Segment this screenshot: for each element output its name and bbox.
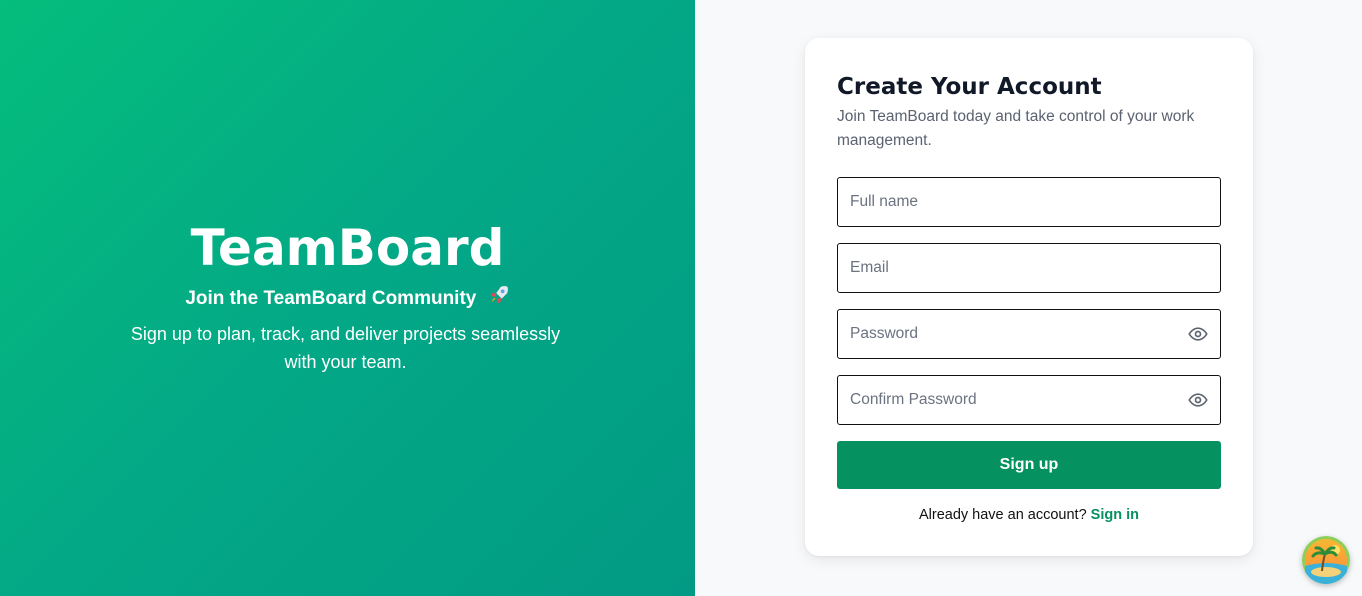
confirm-password-input[interactable] <box>838 376 1220 424</box>
hero-subtitle-text: Join the TeamBoard Community <box>185 288 477 309</box>
brand-title: TeamBoard <box>190 219 505 277</box>
sign-in-link[interactable]: Sign in <box>1091 507 1139 523</box>
full-name-field <box>837 177 1221 227</box>
card-title: Create Your Account <box>837 74 1102 100</box>
hero-panel: TeamBoard Join the TeamBoard Community S… <box>0 0 695 596</box>
beach-avatar-icon[interactable] <box>1302 536 1350 584</box>
confirm-password-field <box>837 375 1221 425</box>
signup-card: Create Your Account Join TeamBoard today… <box>805 38 1253 556</box>
email-field <box>837 243 1221 293</box>
signin-prompt-row: Already have an account? Sign in <box>805 507 1253 523</box>
card-description: Join TeamBoard today and take control of… <box>837 108 1195 149</box>
rocket-icon <box>488 284 510 313</box>
hero-subtitle: Join the TeamBoard Community <box>0 284 695 313</box>
password-input[interactable] <box>838 310 1220 358</box>
password-field <box>837 309 1221 359</box>
full-name-input[interactable] <box>838 178 1220 226</box>
eye-icon[interactable] <box>1188 324 1208 344</box>
sign-up-button[interactable]: Sign up <box>837 441 1221 489</box>
signin-prompt-text: Already have an account? <box>918 507 1087 523</box>
email-input[interactable] <box>838 244 1220 292</box>
eye-icon[interactable] <box>1188 390 1208 410</box>
hero-description: Sign up to plan, track, and deliver proj… <box>130 324 561 372</box>
